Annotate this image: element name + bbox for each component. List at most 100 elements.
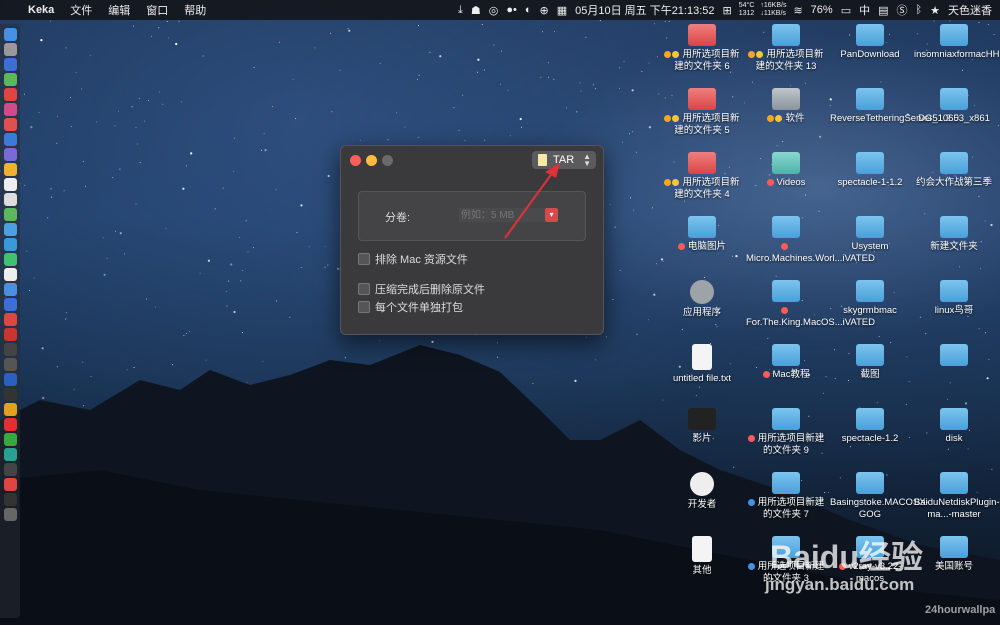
dock-app-icon[interactable] <box>3 388 17 401</box>
dock-app-icon[interactable] <box>3 238 17 251</box>
option-exclude-mac[interactable]: 排除 Mac 资源文件 <box>358 251 468 267</box>
desktop-item[interactable]: 约会大作战第三季 <box>914 152 994 189</box>
dock-app-icon[interactable] <box>3 253 17 266</box>
star-icon[interactable]: ★ <box>926 4 944 17</box>
title-bar[interactable]: TAR ▲ ▼ <box>341 146 603 174</box>
dock-app-icon[interactable] <box>3 43 17 56</box>
desktop-item[interactable]: DG510653_x861 <box>914 88 994 125</box>
dock-app-icon[interactable] <box>3 283 17 296</box>
desktop-item[interactable]: 电脑图片 <box>662 216 742 253</box>
dock-app-icon[interactable] <box>3 448 17 461</box>
checkbox[interactable] <box>358 253 370 265</box>
desktop-item[interactable]: 用所选项目新建的文件夹 4 <box>662 152 742 201</box>
dock-app-icon[interactable] <box>3 178 17 191</box>
checkbox[interactable] <box>358 301 370 313</box>
dock-app-icon[interactable] <box>3 133 17 146</box>
dock-app-icon[interactable] <box>3 208 17 221</box>
dock-app-icon[interactable] <box>3 358 17 371</box>
battery-text[interactable]: 76% <box>807 4 837 16</box>
checkbox[interactable] <box>358 283 370 295</box>
dock-app-icon[interactable] <box>3 163 17 176</box>
split-size-dropdown[interactable]: ▾ <box>545 208 558 222</box>
option-separate[interactable]: 每个文件单独打包 <box>358 299 463 315</box>
desktop-item[interactable]: insomniaxformacHHB_jb51 <box>914 24 1000 61</box>
desktop-item[interactable]: 截图 <box>830 344 910 381</box>
desktop-item[interactable]: Micro.Machines.Worl...iVATED <box>746 216 875 265</box>
desktop-item[interactable]: disk <box>914 408 994 445</box>
compass-icon[interactable]: ◎ <box>485 4 503 17</box>
desktop-item[interactable]: untitled file.txt <box>662 344 742 385</box>
menu-window[interactable]: 窗口 <box>138 2 176 18</box>
desktop-item[interactable]: 开发者 <box>662 472 742 511</box>
desktop-item[interactable]: For.The.King.MacOS...iVATED <box>746 280 875 329</box>
dock-app-icon[interactable] <box>3 463 17 476</box>
desktop-item[interactable]: 应用程序 <box>662 280 742 319</box>
desktop-item[interactable]: Usystem <box>830 216 910 253</box>
bluetooth-icon[interactable]: ᛒ <box>912 4 927 16</box>
dock-app-icon[interactable] <box>3 493 17 506</box>
desktop-item[interactable]: linux鸟哥 <box>914 280 994 317</box>
format-select[interactable]: TAR ▲ ▼ <box>532 151 596 169</box>
dock-app-icon[interactable] <box>3 478 17 491</box>
dock-app-icon[interactable] <box>3 118 17 131</box>
menu-help[interactable]: 帮助 <box>176 2 214 18</box>
dock-app-icon[interactable] <box>3 223 17 236</box>
download-icon[interactable]: ⤓ <box>454 4 467 17</box>
dock-app-icon[interactable] <box>3 508 17 521</box>
dock-app-icon[interactable] <box>3 373 17 386</box>
dock-app-icon[interactable] <box>3 148 17 161</box>
split-size-input[interactable] <box>459 208 549 222</box>
dock-app-icon[interactable] <box>3 268 17 281</box>
dock-app-icon[interactable] <box>3 328 17 341</box>
dock-app-icon[interactable] <box>3 433 17 446</box>
desktop-item[interactable]: 用所选项目新建的文件夹 9 <box>746 408 826 457</box>
desktop-item[interactable]: 用所选项目新建的文件夹 7 <box>746 472 826 521</box>
chat-icon[interactable]: ◐ <box>521 4 536 16</box>
dock-app-icon[interactable] <box>3 28 17 41</box>
ghost-icon[interactable]: ☗ <box>467 4 485 17</box>
user-name[interactable]: 天色迷香 <box>944 2 1000 18</box>
app-menu[interactable]: Keka <box>20 4 62 16</box>
desktop-item[interactable]: BaiduNetdiskPlugin-ma...-master <box>914 472 1000 521</box>
dock-app-icon[interactable] <box>3 193 17 206</box>
desktop-item[interactable]: Basingstoke.MACOSX-GOG <box>830 472 929 521</box>
dock-app-icon[interactable] <box>3 313 17 326</box>
dock-app-icon[interactable] <box>3 103 17 116</box>
dock-app-icon[interactable] <box>3 58 17 71</box>
desktop-item[interactable]: Videos <box>746 152 826 189</box>
desktop-item[interactable] <box>914 344 994 369</box>
desktop-item[interactable]: 其他 <box>662 536 742 577</box>
dock-app-icon[interactable] <box>3 418 17 431</box>
desktop-item[interactable]: 新建文件夹 <box>914 216 994 253</box>
close-button[interactable] <box>350 155 361 166</box>
globe-icon[interactable]: ⊕ <box>535 4 552 17</box>
desktop-item[interactable]: 用所选项目新建的文件夹 13 <box>746 24 826 73</box>
menu-edit[interactable]: 编辑 <box>100 2 138 18</box>
dots-icon[interactable]: ●• <box>502 4 521 16</box>
desktop-item[interactable]: skygrmbmac <box>830 280 910 317</box>
desktop-item[interactable]: PanDownload <box>830 24 910 61</box>
dock-app-icon[interactable] <box>3 343 17 356</box>
clock-text[interactable]: 05月10日 周五 下午21:13:52 <box>571 2 718 18</box>
menu-file[interactable]: 文件 <box>62 2 100 18</box>
zoom-button[interactable] <box>382 155 393 166</box>
control-strip-icon[interactable]: ▤ <box>874 4 892 17</box>
desktop-item[interactable]: 美国账号 <box>914 536 994 573</box>
dock-app-icon[interactable] <box>3 88 17 101</box>
desktop-item[interactable]: 用所选项目新建的文件夹 6 <box>662 24 742 73</box>
dock-app-icon[interactable] <box>3 73 17 86</box>
option-delete-after[interactable]: 压缩完成后删除原文件 <box>358 281 485 297</box>
desktop-item[interactable]: spectacle-1-1.2 <box>830 152 910 189</box>
desktop-item[interactable]: 影片 <box>662 408 742 445</box>
desktop-item[interactable]: ReverseTetheringServer_1.2.0 <box>830 88 959 125</box>
desktop-item[interactable]: 用所选项目新建的文件夹 5 <box>662 88 742 137</box>
wifi-icon[interactable]: ≋ <box>789 4 806 17</box>
s-icon[interactable]: Ⓢ <box>893 2 912 18</box>
dock-app-icon[interactable] <box>3 403 17 416</box>
dock-app-icon[interactable] <box>3 298 17 311</box>
desktop-item[interactable]: 软件 <box>746 88 826 125</box>
ime-indicator[interactable]: 中 <box>855 2 874 18</box>
desktop-item[interactable]: Mac教程 <box>746 344 826 381</box>
grid-icon[interactable]: ⊞ <box>719 4 736 17</box>
desktop-item[interactable]: spectacle-1.2 <box>830 408 910 445</box>
